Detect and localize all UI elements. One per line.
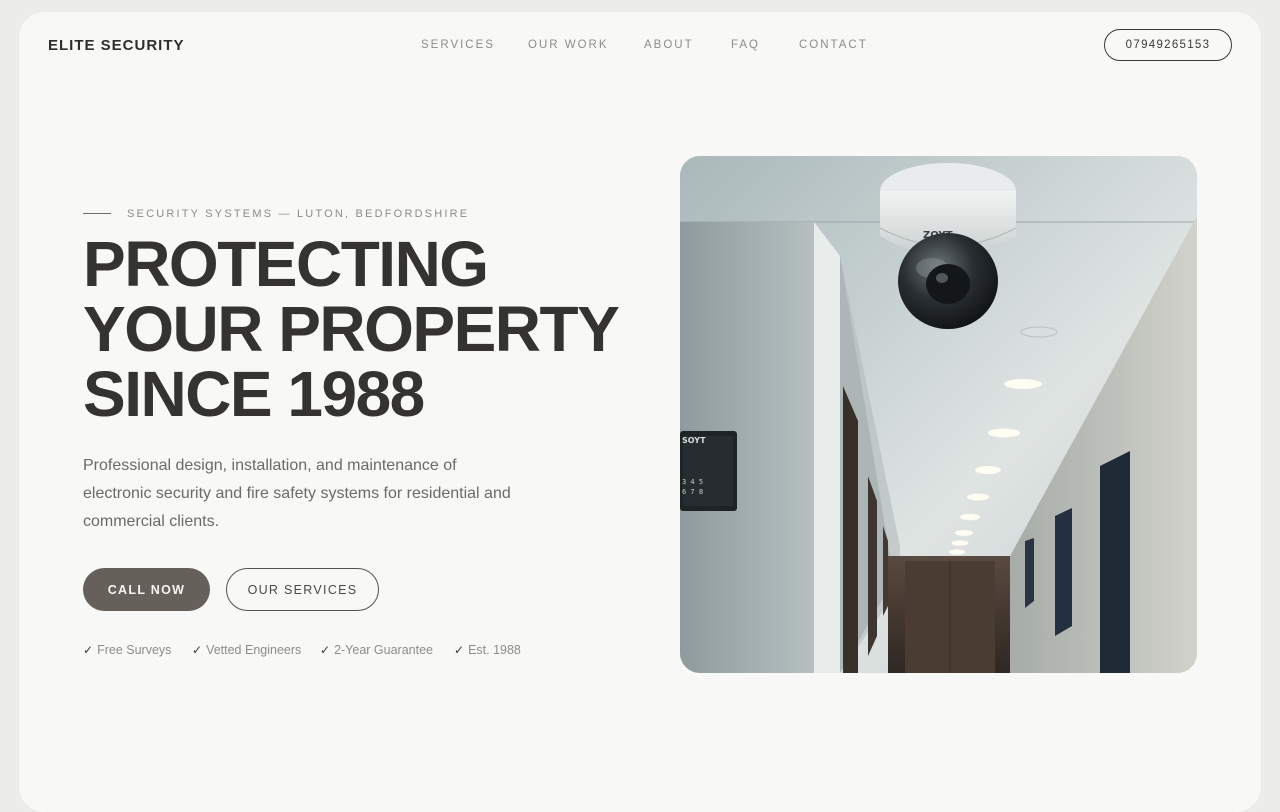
nav-about[interactable]: ABOUT <box>644 39 694 51</box>
feature-established: ✓ Est. 1988 <box>454 643 521 657</box>
main-nav: SERVICES OUR WORK ABOUT FAQ CONTACT <box>19 39 1261 53</box>
call-now-button[interactable]: CALL NOW <box>83 568 210 611</box>
headline-line-2: YOUR PROPERTY <box>83 293 620 365</box>
check-icon: ✓ <box>320 643 331 657</box>
page-frame: ELITE SECURITY SERVICES OUR WORK ABOUT F… <box>19 12 1261 812</box>
eyebrow-divider <box>83 213 111 214</box>
check-icon: ✓ <box>83 643 94 657</box>
nav-faq[interactable]: FAQ <box>731 39 760 51</box>
check-icon: ✓ <box>192 643 203 657</box>
svg-text:6 7 8: 6 7 8 <box>682 488 703 496</box>
feature-guarantee: ✓ 2-Year Guarantee <box>320 643 433 657</box>
hero-eyebrow: SECURITY SYSTEMS — LUTON, BEDFORDSHIRE <box>127 208 470 220</box>
feature-vetted-engineers: ✓ Vetted Engineers <box>192 643 302 657</box>
check-icon: ✓ <box>454 643 465 657</box>
headline-line-1: PROTECTING <box>83 228 489 300</box>
our-services-button[interactable]: OUR SERVICES <box>226 568 379 611</box>
hero-description: Professional design, installation, and m… <box>83 457 511 530</box>
nav-contact[interactable]: CONTACT <box>799 39 868 51</box>
svg-text:3 4 5: 3 4 5 <box>682 478 703 486</box>
hero-image: SOYT 3 4 5 6 7 8 ZOYT <box>680 156 1197 673</box>
headline-line-3: SINCE 1988 <box>83 358 425 430</box>
nav-services[interactable]: SERVICES <box>421 39 495 51</box>
cctv-corridor-illustration: SOYT 3 4 5 6 7 8 ZOYT <box>680 156 1197 673</box>
phone-button[interactable]: 07949265153 <box>1104 29 1232 61</box>
hero-headline: PROTECTING YOUR PROPERTY SINCE 1988 <box>83 232 643 427</box>
svg-text:SOYT: SOYT <box>682 436 706 445</box>
nav-our-work[interactable]: OUR WORK <box>528 39 609 51</box>
feature-free-surveys: ✓ Free Surveys <box>83 643 172 657</box>
